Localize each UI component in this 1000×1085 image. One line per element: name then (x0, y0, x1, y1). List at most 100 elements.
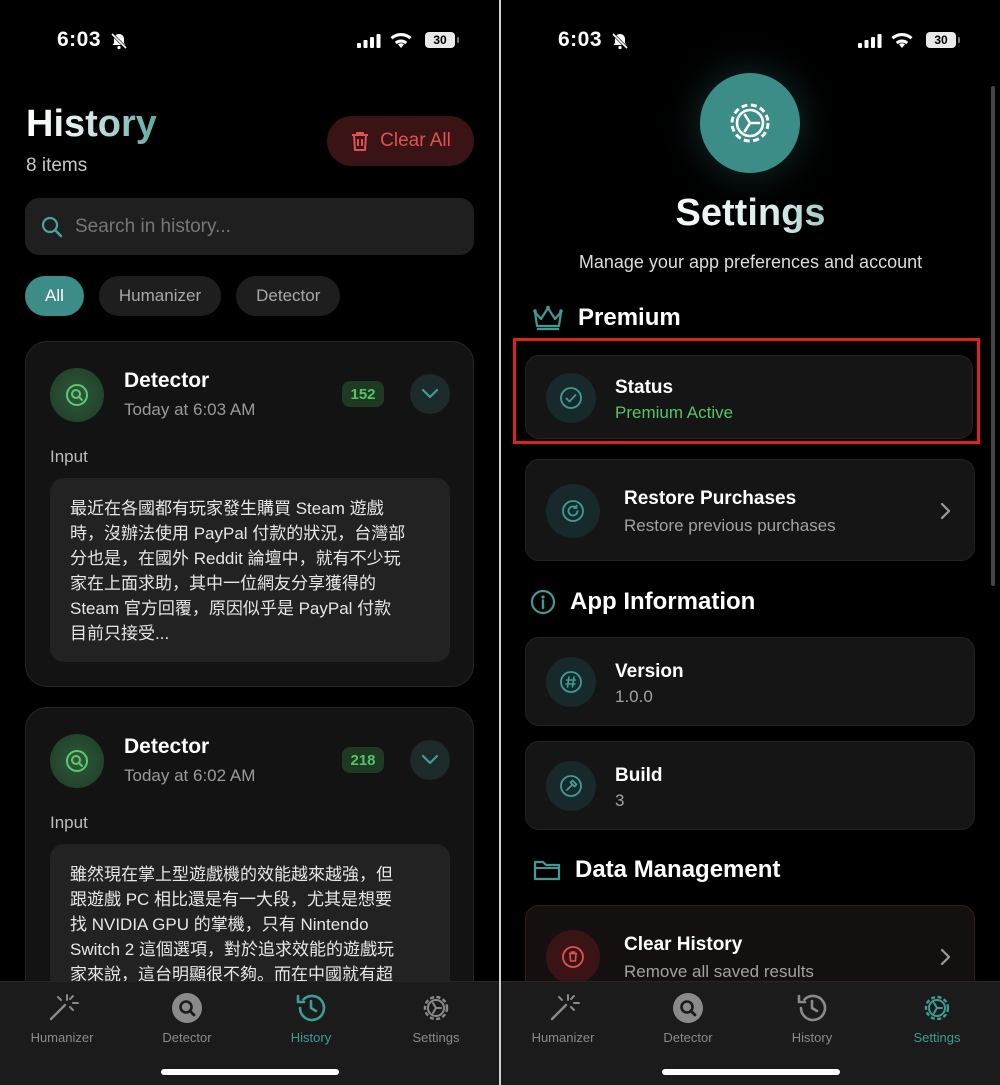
tab-detector[interactable]: Detector (137, 990, 237, 1045)
section-title: App Information (570, 588, 756, 615)
expand-button[interactable] (410, 740, 450, 780)
tab-settings[interactable]: Settings (386, 990, 486, 1045)
history-card[interactable]: Detector Today at 6:02 AM 218 Input 雖然現在… (25, 707, 474, 1014)
tab-label: Settings (412, 1030, 460, 1045)
tab-label: Humanizer (30, 1030, 94, 1045)
input-label: Input (50, 813, 88, 832)
clear-all-button[interactable]: Clear All (327, 116, 474, 166)
score-badge: 218 (342, 747, 384, 773)
hash-icon (546, 657, 596, 707)
detector-icon (50, 368, 104, 422)
version-value: 1.0.0 (615, 687, 653, 706)
card-title: Detector (124, 369, 210, 392)
chevron-down-icon (421, 754, 439, 765)
chevron-down-icon (421, 388, 439, 399)
wifi-icon (891, 33, 913, 48)
card-title: Detector (124, 735, 210, 758)
search-bar[interactable] (25, 198, 474, 255)
build-value: 3 (615, 791, 625, 810)
history-clock-icon (797, 994, 827, 1022)
page-title: Settings (501, 192, 1000, 235)
clear-all-label: Clear All (380, 130, 451, 151)
settings-screen: 6:03 30 Settings Manage your app prefere… (501, 0, 1000, 1085)
history-clock-icon (296, 994, 326, 1022)
bell-slash-icon (611, 32, 629, 50)
search-circle-icon (172, 993, 202, 1023)
battery-indicator: 30 (425, 32, 459, 48)
tab-history[interactable]: History (261, 990, 361, 1045)
tab-bar: Humanizer Detector History Settings (501, 981, 1000, 1085)
tab-label: Detector (162, 1030, 212, 1045)
status-time: 6:03 (57, 28, 102, 51)
tab-humanizer[interactable]: Humanizer (513, 990, 613, 1045)
tab-label: Settings (913, 1030, 961, 1045)
search-input[interactable] (75, 215, 435, 238)
build-title: Build (615, 765, 663, 786)
section-data-management: Data Management (533, 856, 780, 884)
tab-label: History (791, 1030, 833, 1045)
score-badge: 152 (342, 381, 384, 407)
gear-icon (924, 995, 950, 1021)
expand-button[interactable] (410, 374, 450, 414)
wand-sparkle-icon (550, 994, 580, 1021)
section-app-information: App Information (530, 588, 755, 616)
detector-icon (50, 734, 104, 788)
trash-icon (546, 930, 600, 984)
restore-title: Restore Purchases (624, 488, 797, 509)
home-indicator (161, 1069, 339, 1075)
section-premium: Premium (532, 304, 681, 332)
crown-icon (533, 305, 563, 331)
battery-indicator: 30 (926, 32, 960, 48)
card-timestamp: Today at 6:03 AM (124, 400, 256, 419)
version-title: Version (615, 661, 684, 682)
settings-header-icon (700, 73, 800, 173)
page-title: History (26, 103, 157, 145)
input-label: Input (50, 447, 88, 466)
search-circle-icon (673, 993, 703, 1023)
chevron-right-icon (940, 948, 951, 966)
tab-humanizer[interactable]: Humanizer (12, 990, 112, 1045)
input-text: 最近在各國都有玩家發生購買 Steam 遊戲 時，沒辦法使用 PayPal 付款… (50, 478, 450, 662)
restore-icon (546, 484, 600, 538)
restore-purchases-row[interactable]: Restore Purchases Restore previous purch… (525, 459, 975, 561)
info-icon (530, 589, 556, 615)
tab-detector[interactable]: Detector (638, 990, 738, 1045)
home-indicator (662, 1069, 840, 1075)
bell-slash-icon (110, 32, 128, 50)
search-icon (41, 216, 63, 237)
status-time: 6:03 (558, 28, 603, 51)
hammer-icon (546, 761, 596, 811)
filter-humanizer[interactable]: Humanizer (98, 276, 222, 316)
item-count: 8 items (26, 155, 88, 176)
tab-label: Humanizer (531, 1030, 595, 1045)
filter-all[interactable]: All (25, 276, 84, 316)
section-title: Premium (578, 304, 681, 331)
version-row: Version 1.0.0 (525, 637, 975, 726)
history-screen: 6:03 30 History 8 items Clear All All Hu… (0, 0, 499, 1085)
tab-settings[interactable]: Settings (887, 990, 987, 1045)
wifi-icon (390, 33, 412, 48)
status-bar: 6:03 30 (0, 26, 499, 56)
highlight-box (513, 338, 980, 444)
filter-chips: All Humanizer Detector (25, 276, 341, 316)
status-bar: 6:03 30 (501, 26, 1000, 56)
restore-subtitle: Restore previous purchases (624, 516, 836, 535)
page-subtitle: Manage your app preferences and account (578, 252, 923, 272)
clear-history-title: Clear History (624, 934, 743, 955)
gear-icon (730, 103, 770, 143)
filter-detector[interactable]: Detector (236, 276, 341, 316)
chevron-right-icon (940, 502, 951, 520)
cellular-signal-icon (858, 34, 882, 48)
gear-icon (423, 995, 449, 1021)
folder-icon (533, 860, 561, 881)
trash-icon (352, 132, 369, 151)
clear-history-subtitle: Remove all saved results (624, 962, 814, 981)
section-title: Data Management (575, 856, 781, 883)
tab-history[interactable]: History (762, 990, 862, 1045)
tab-label: Detector (663, 1030, 713, 1045)
history-card[interactable]: Detector Today at 6:03 AM 152 Input 最近在各… (25, 341, 474, 687)
scrollbar[interactable] (991, 86, 995, 586)
build-row: Build 3 (525, 741, 975, 830)
cellular-signal-icon (357, 34, 381, 48)
card-timestamp: Today at 6:02 AM (124, 766, 256, 785)
